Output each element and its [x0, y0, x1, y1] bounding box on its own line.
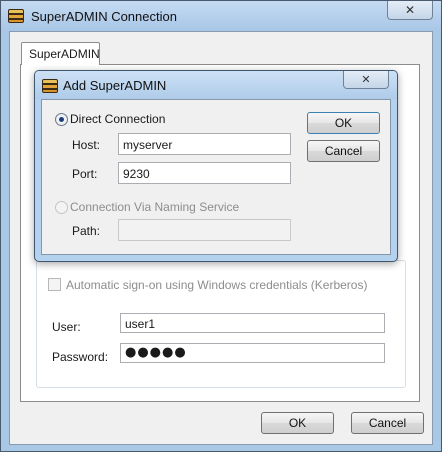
main-cancel-button[interactable]: Cancel — [351, 412, 424, 434]
dialog-close-button[interactable]: ✕ — [343, 71, 389, 89]
direct-connection-radio[interactable] — [55, 113, 68, 126]
port-input[interactable]: 9230 — [118, 162, 291, 184]
naming-service-radio[interactable] — [55, 201, 68, 214]
host-label: Host: — [72, 138, 101, 152]
user-input[interactable]: user1 — [120, 313, 385, 333]
main-ok-label: OK — [288, 416, 307, 430]
dialog-ok-button[interactable]: OK — [307, 112, 380, 134]
path-input[interactable] — [118, 219, 291, 241]
main-titlebar[interactable]: SuperADMIN Connection ✕ — [1, 1, 441, 31]
password-label: Password: — [52, 350, 109, 364]
server-stack-icon — [42, 79, 58, 93]
dialog-cancel-label: Cancel — [324, 144, 363, 158]
add-superadmin-dialog: Add SuperADMIN ✕ Direct Connection Host:… — [34, 70, 398, 262]
main-window-title: SuperADMIN Connection — [31, 9, 177, 24]
direct-connection-label: Direct Connection — [70, 112, 166, 126]
dialog-ok-label: OK — [334, 116, 353, 130]
naming-service-label: Connection Via Naming Service — [70, 200, 240, 214]
dialog-cancel-button[interactable]: Cancel — [307, 140, 380, 162]
port-label: Port: — [72, 167, 98, 181]
host-input[interactable]: myserver — [118, 133, 291, 155]
user-label: User: — [52, 320, 81, 334]
password-input[interactable]: ●●●●● — [120, 343, 385, 363]
main-ok-button[interactable]: OK — [261, 412, 334, 434]
kerberos-checkbox[interactable] — [48, 278, 61, 291]
dialog-client-area: Direct Connection Host: myserver Port: 9… — [41, 99, 391, 255]
port-input-value: 9230 — [123, 167, 150, 181]
dialog-title: Add SuperADMIN — [63, 78, 167, 93]
user-input-value: user1 — [125, 317, 156, 331]
tab-superadmin[interactable]: SuperADMIN — [21, 42, 100, 65]
authentication-group: Authentication Automatic sign-on using W… — [36, 252, 406, 388]
host-input-value: myserver — [123, 138, 173, 152]
tab-label: SuperADMIN — [29, 47, 100, 61]
password-input-value: ●●●●● — [125, 345, 187, 360]
close-icon: ✕ — [361, 73, 371, 86]
main-close-button[interactable]: ✕ — [387, 1, 433, 20]
kerberos-label: Automatic sign-on using Windows credenti… — [66, 278, 368, 292]
server-stack-icon — [8, 9, 24, 23]
close-icon: ✕ — [404, 3, 416, 17]
path-label: Path: — [72, 224, 101, 238]
dialog-titlebar[interactable]: Add SuperADMIN ✕ — [35, 71, 397, 99]
main-cancel-label: Cancel — [368, 416, 407, 430]
